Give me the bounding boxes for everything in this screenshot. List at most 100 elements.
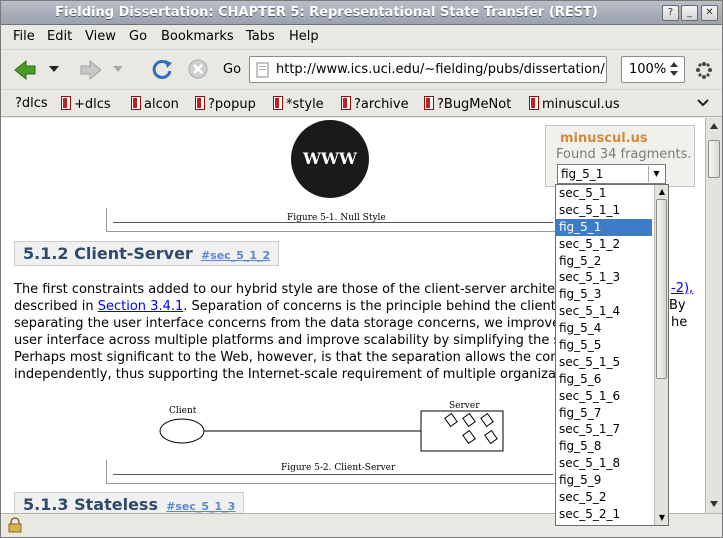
menu-tabs[interactable]: Tabs xyxy=(246,29,275,44)
url-text[interactable]: http://www.ics.uci.edu/~fielding/pubs/di… xyxy=(276,62,606,77)
figure-caption: Figure 5-2. Client-Server xyxy=(281,463,396,473)
dropdown-option[interactable]: sec_5_1_2 xyxy=(556,236,652,253)
client-label: Client xyxy=(169,406,197,416)
bookmark-dlcs-query[interactable]: ?dlcs xyxy=(15,96,48,111)
section-heading: 5.1.2 Client-Server #sec_5_1_2 xyxy=(14,241,280,266)
menu-bookmarks[interactable]: Bookmarks xyxy=(161,29,234,44)
dropdown-option[interactable]: fig_5_6 xyxy=(556,371,652,388)
menu-edit[interactable]: Edit xyxy=(47,29,72,44)
bookmark-label: ?BugMeNot xyxy=(437,97,512,112)
bookmarklet-icon xyxy=(61,96,71,110)
paragraph-text: . Separation of concerns is the principl… xyxy=(183,299,576,314)
paragraph-fragment: By xyxy=(669,298,686,313)
scroll-up-icon[interactable] xyxy=(709,122,719,130)
reference-link[interactable]: -2), xyxy=(671,281,693,296)
back-icon[interactable] xyxy=(13,59,37,81)
bookmarklet-icon xyxy=(273,96,283,110)
dropdown-option[interactable]: fig_5_2 xyxy=(556,253,652,270)
bookmark-label: +dlcs xyxy=(74,97,111,112)
paragraph-fragment: he xyxy=(671,315,688,330)
dropdown-option[interactable]: sec_5_1_6 xyxy=(556,388,652,405)
dropdown-option[interactable]: sec_5_1_4 xyxy=(556,303,652,320)
fragment-dropdown-list[interactable]: sec_5_1 sec_5_1_1 fig_5_1 sec_5_1_2 fig_5_2 s… xyxy=(555,184,669,526)
zoom-spinner-icon[interactable] xyxy=(668,61,680,77)
menu-file[interactable]: File xyxy=(13,29,35,44)
reload-icon[interactable] xyxy=(151,58,173,80)
dropdown-option[interactable]: fig_5_8 xyxy=(556,438,652,455)
lock-icon xyxy=(8,517,22,533)
section-anchor-link[interactable]: #sec_5_1_2 xyxy=(201,249,270,262)
forward-history-dropdown-icon[interactable] xyxy=(113,65,123,73)
page-icon xyxy=(256,62,269,78)
bookmarklet-icon xyxy=(131,96,141,110)
url-bar[interactable]: http://www.ics.uci.edu/~fielding/pubs/di… xyxy=(249,56,607,83)
dropdown-option[interactable]: fig_5_3 xyxy=(556,286,652,303)
menu-bar: File Edit View Go Bookmarks Tabs Help xyxy=(1,25,722,49)
scrollbar-thumb[interactable] xyxy=(656,199,667,379)
bookmark-bugmenot[interactable]: ?BugMeNot xyxy=(424,96,511,112)
figure-line xyxy=(113,474,553,475)
window-title: Fielding Dissertation: CHAPTER 5: Repres… xyxy=(55,5,598,20)
dropdown-option[interactable]: sec_5_2 xyxy=(556,489,652,506)
close-button[interactable]: ✕ xyxy=(701,5,718,21)
page-scrollbar[interactable] xyxy=(705,118,722,513)
go-label[interactable]: Go xyxy=(223,62,241,77)
dropdown-option[interactable]: sec_5_1 xyxy=(556,185,652,202)
scroll-up-icon[interactable]: ▲ xyxy=(655,185,668,199)
menu-view[interactable]: View xyxy=(85,29,116,44)
dropdown-option[interactable]: fig_5_9 xyxy=(556,472,652,489)
section-link[interactable]: Section 3.4.1 xyxy=(98,299,184,314)
scroll-down-icon[interactable]: ▼ xyxy=(655,511,668,525)
section-anchor-link[interactable]: #sec_5_1_3 xyxy=(166,500,235,513)
figure-caption: Figure 5-1. Null Style xyxy=(287,213,386,223)
stop-icon[interactable] xyxy=(187,58,209,80)
browser-window: Fielding Dissertation: CHAPTER 5: Repres… xyxy=(0,0,723,538)
chevron-down-icon[interactable]: ▼ xyxy=(648,166,664,182)
bookmarks-toolbar: ?dlcs +dlcs alcon ?popup *style ?archive… xyxy=(1,89,722,117)
scroll-down-icon[interactable] xyxy=(709,500,719,508)
section-heading: 5.1.3 Stateless #sec_5_1_3 xyxy=(14,492,245,513)
dropdown-option[interactable]: sec_5_2_1 xyxy=(556,506,652,523)
dropdown-option[interactable]: sec_5_1_8 xyxy=(556,455,652,472)
dropdown-option[interactable]: fig_5_4 xyxy=(556,320,652,337)
back-history-dropdown-icon[interactable] xyxy=(49,65,59,73)
bookmark-label: *style xyxy=(286,97,324,112)
menu-help[interactable]: Help xyxy=(289,29,319,44)
popup-status: Found 34 fragments. xyxy=(556,147,692,162)
bookmark-label: ?archive xyxy=(354,97,409,112)
dropdown-option[interactable]: sec_5_1_5 xyxy=(556,354,652,371)
bookmarklet-icon xyxy=(195,96,205,110)
menu-go[interactable]: Go xyxy=(129,29,147,44)
section-title: 5.1.2 Client-Server xyxy=(23,244,193,263)
bookmark-style[interactable]: *style xyxy=(273,96,324,112)
bookmark-minusculus[interactable]: minuscul.us xyxy=(529,96,620,112)
popup-title: minuscul.us xyxy=(560,131,648,146)
dropdown-option[interactable]: fig_5_1 xyxy=(556,218,652,236)
bookmark-label: alcon xyxy=(144,97,179,112)
bookmark-dlcs-add[interactable]: +dlcs xyxy=(61,96,111,112)
dropdown-option[interactable]: sec_5_1_1 xyxy=(556,202,652,219)
bookmarklet-icon xyxy=(424,96,434,110)
server-label: Server xyxy=(449,401,480,411)
dropdown-option[interactable]: fig_5_5 xyxy=(556,337,652,354)
fragment-select-value: fig_5_1 xyxy=(561,167,604,181)
minimize-button[interactable]: _ xyxy=(681,5,698,21)
bookmark-archive[interactable]: ?archive xyxy=(341,96,409,112)
dropdown-option[interactable]: sec_5_1_7 xyxy=(556,421,652,438)
bookmark-popup[interactable]: ?popup xyxy=(195,96,256,112)
bookmarklet-icon xyxy=(341,96,351,110)
forward-icon[interactable] xyxy=(79,59,103,81)
dropdown-option[interactable]: sec_5_1_3 xyxy=(556,269,652,286)
bookmark-label: minuscul.us xyxy=(542,97,620,112)
chevron-down-icon[interactable] xyxy=(697,99,709,107)
paragraph-text: described in xyxy=(14,299,98,314)
www-figure: WWW xyxy=(291,120,369,198)
dropdown-option[interactable]: fig_5_7 xyxy=(556,405,652,422)
fragment-select[interactable]: fig_5_1 ▼ xyxy=(557,164,666,184)
section-title: 5.1.3 Stateless xyxy=(23,495,158,513)
dropdown-scrollbar[interactable]: ▲ ▼ xyxy=(654,185,668,525)
bookmark-alcon[interactable]: alcon xyxy=(131,96,179,112)
help-button[interactable]: ? xyxy=(662,5,679,21)
throbber-icon xyxy=(696,62,712,79)
scrollbar-thumb[interactable] xyxy=(708,140,720,178)
